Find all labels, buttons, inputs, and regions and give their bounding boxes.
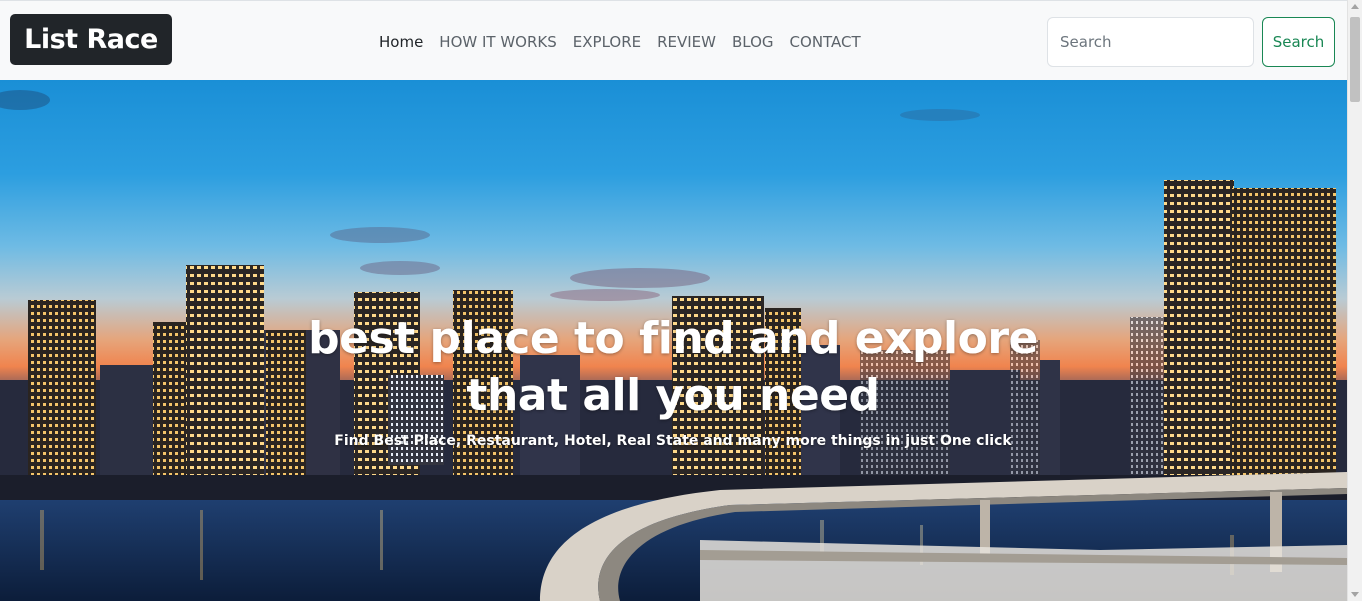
nav-item-contact: CONTACT (782, 29, 869, 55)
search-button[interactable]: Search (1262, 17, 1335, 67)
navbar: List Race Home HOW IT WORKS EXPLORE REVI… (0, 0, 1347, 80)
page: List Race Home HOW IT WORKS EXPLORE REVI… (0, 0, 1362, 601)
hero-section: best place to find and explore that all … (0, 80, 1347, 601)
nav-link-blog[interactable]: BLOG (732, 33, 774, 51)
clouds (0, 90, 980, 301)
nav-item-home: Home (371, 29, 431, 55)
nav-menu: Home HOW IT WORKS EXPLORE REVIEW BLOG CO… (371, 29, 869, 55)
nav-item-explore: EXPLORE (565, 29, 649, 55)
nav-item-how-it-works: HOW IT WORKS (431, 29, 564, 55)
vertical-scrollbar[interactable] (1347, 0, 1362, 601)
scroll-thumb[interactable] (1350, 17, 1360, 102)
search-input[interactable] (1047, 17, 1254, 67)
hero-title: best place to find and explore that all … (308, 313, 1038, 421)
nav-link-how-it-works[interactable]: HOW IT WORKS (439, 33, 556, 51)
nav-link-explore[interactable]: EXPLORE (573, 33, 641, 51)
nav-link-contact[interactable]: CONTACT (790, 33, 861, 51)
nav-link-review[interactable]: REVIEW (657, 33, 716, 51)
scroll-down-icon[interactable] (1351, 592, 1359, 597)
nav-item-review: REVIEW (649, 29, 724, 55)
scroll-up-icon[interactable] (1351, 4, 1359, 9)
hero-subtitle: Find Best Place, Restaurant, Hotel, Real… (334, 433, 1012, 449)
nav-link-home[interactable]: Home (379, 33, 423, 51)
brand-logo[interactable]: List Race (10, 14, 172, 65)
nav-item-blog: BLOG (724, 29, 782, 55)
